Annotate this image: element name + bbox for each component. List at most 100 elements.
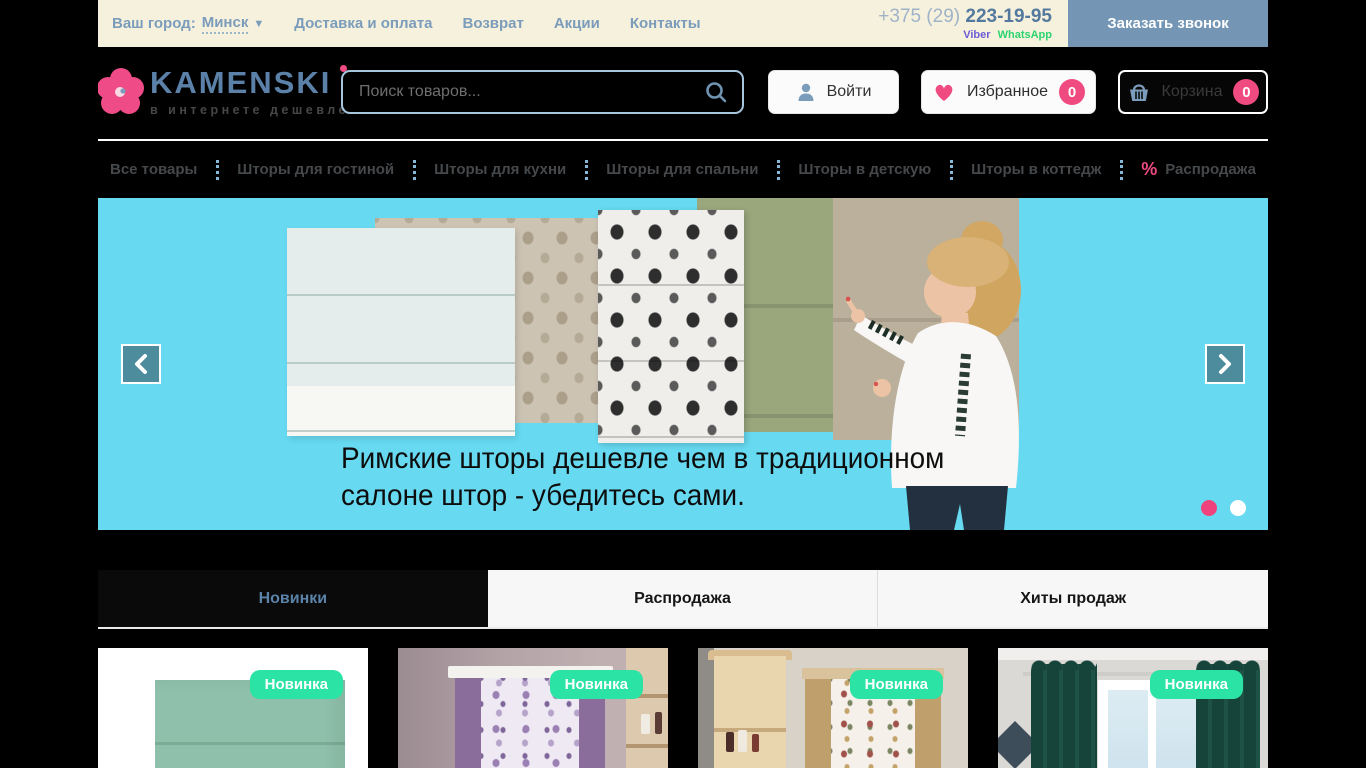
decor-bottle <box>641 714 650 734</box>
banner-headline-line1: Римские шторы дешевле чем в традиционном <box>341 442 945 475</box>
product-card[interactable]: Новинка <box>698 648 968 768</box>
slider-next-button[interactable] <box>1205 344 1245 384</box>
nav-separator <box>412 159 416 180</box>
topbar: Ваш город: Минск ▼ Доставка и оплата Воз… <box>98 0 1268 47</box>
decor-bottle <box>752 734 759 752</box>
product-image <box>998 648 1268 768</box>
nav-item-living-room[interactable]: Шторы для гостиной <box>237 161 394 178</box>
phone-main: 223-19-95 <box>965 6 1052 27</box>
product-image <box>698 648 968 768</box>
logo[interactable]: KAMENSKI в интернете дешевле <box>98 65 349 117</box>
nav-item-sale-label: Распродажа <box>1165 161 1256 178</box>
fabric-panel-black-damask <box>598 210 744 443</box>
slider-dots <box>1201 500 1246 516</box>
decor-bottle <box>726 732 734 752</box>
favorites-count-badge: 0 <box>1059 79 1086 105</box>
product-image <box>98 648 368 768</box>
login-label: Войти <box>826 83 872 100</box>
header: KAMENSKI в интернете дешевле Войти <box>98 47 1268 139</box>
nav-separator <box>584 159 588 180</box>
search-input[interactable] <box>343 83 700 101</box>
percent-icon: % <box>1141 159 1158 179</box>
chevron-right-icon <box>1219 354 1231 374</box>
topbar-links: Ваш город: Минск ▼ Доставка и оплата Воз… <box>98 14 701 34</box>
nav-item-kitchen[interactable]: Шторы для кухни <box>434 161 566 178</box>
new-badge: Новинка <box>1149 670 1243 699</box>
search-button[interactable] <box>700 80 742 104</box>
tab-bestsellers[interactable]: Хиты продаж <box>877 570 1269 627</box>
product-card[interactable]: Новинка <box>98 648 368 768</box>
chevron-left-icon <box>135 354 147 374</box>
search-icon <box>706 82 727 103</box>
product-image <box>398 648 668 768</box>
heart-icon <box>935 84 953 101</box>
topbar-link-promos[interactable]: Акции <box>554 15 600 32</box>
city-label: Ваш город: <box>112 15 196 32</box>
tab-new-arrivals[interactable]: Новинки <box>98 570 488 627</box>
favorites-button[interactable]: Избранное 0 <box>921 70 1096 114</box>
topbar-link-contacts[interactable]: Контакты <box>630 15 701 32</box>
new-badge: Новинка <box>849 670 943 699</box>
favorites-label: Избранное <box>966 83 1049 100</box>
product-card[interactable]: Новинка <box>998 648 1268 768</box>
window-panes <box>1108 690 1196 768</box>
product-grid: Новинка Новинка Новинка Новинка <box>98 648 1268 768</box>
whatsapp-link[interactable]: WhatsApp <box>998 29 1052 41</box>
flower-logo-icon <box>98 68 144 114</box>
product-tabs: Новинки Распродажа Хиты продаж <box>98 570 1269 629</box>
page-content: Ваш город: Минск ▼ Доставка и оплата Воз… <box>98 0 1269 768</box>
nav-separator <box>776 159 780 180</box>
cart-label: Корзина <box>1161 83 1223 100</box>
cart-count-badge: 0 <box>1233 79 1260 105</box>
nav-item-bedroom[interactable]: Шторы для спальни <box>606 161 758 178</box>
city-value[interactable]: Минск <box>201 14 249 34</box>
logo-text-block: KAMENSKI в интернете дешевле <box>150 65 349 117</box>
nav-item-cottage[interactable]: Шторы в коттедж <box>971 161 1101 178</box>
product-card[interactable]: Новинка <box>398 648 668 768</box>
viber-link[interactable]: Viber <box>963 29 990 41</box>
category-nav: Все товары Шторы для гостиной Шторы для … <box>98 141 1268 198</box>
wall-corner <box>698 648 714 768</box>
blind-side-band <box>455 678 481 768</box>
slider-dot-2[interactable] <box>1230 500 1246 516</box>
slider-prev-button[interactable] <box>121 344 161 384</box>
nav-separator <box>949 159 953 180</box>
topbar-link-returns[interactable]: Возврат <box>463 15 524 32</box>
banner-headline: Римские шторы дешевле чем в традиционном… <box>341 440 944 514</box>
chevron-down-icon: ▼ <box>253 17 265 30</box>
city-group: Ваш город: Минск ▼ <box>112 14 264 34</box>
nav-separator <box>215 159 219 180</box>
slider-dot-1[interactable] <box>1201 500 1217 516</box>
callback-button[interactable]: Заказать звонок <box>1068 0 1268 47</box>
decor-bottle <box>655 712 662 734</box>
basket-icon <box>1129 84 1148 101</box>
user-icon <box>798 83 814 101</box>
hero-slider: Римские шторы дешевле чем в традиционном… <box>98 198 1268 530</box>
blind-side-band <box>805 679 831 768</box>
search-box <box>341 70 744 114</box>
phone-number[interactable]: +375 (29) 223-19-95 <box>878 6 1052 28</box>
topbar-right: +375 (29) 223-19-95 Viber WhatsApp Заказ… <box>878 0 1268 47</box>
shelf-unit <box>626 648 668 768</box>
nav-separator <box>1119 159 1123 180</box>
decor-bottle <box>738 730 747 752</box>
city-selector[interactable]: Минск ▼ <box>201 14 265 34</box>
cart-button[interactable]: Корзина 0 <box>1118 70 1268 114</box>
banner-headline-line2: салоне штор - убедитесь сами. <box>341 479 745 512</box>
logo-tagline: в интернете дешевле <box>150 103 349 117</box>
tab-sale[interactable]: Распродажа <box>487 570 878 627</box>
new-badge: Новинка <box>549 670 643 699</box>
phone-block[interactable]: +375 (29) 223-19-95 Viber WhatsApp <box>878 0 1052 47</box>
nav-item-sale[interactable]: % Распродажа <box>1141 159 1256 180</box>
nav-item-kids[interactable]: Шторы в детскую <box>798 161 931 178</box>
messenger-links: Viber WhatsApp <box>878 29 1052 41</box>
logo-word: KAMENSKI <box>150 65 332 100</box>
fabric-panel-white <box>287 228 515 436</box>
green-curtain-left <box>1031 658 1097 768</box>
nav-item-all-products[interactable]: Все товары <box>110 161 197 178</box>
topbar-link-delivery[interactable]: Доставка и оплата <box>294 15 432 32</box>
cabinet <box>714 656 786 768</box>
login-button[interactable]: Войти <box>768 70 899 114</box>
